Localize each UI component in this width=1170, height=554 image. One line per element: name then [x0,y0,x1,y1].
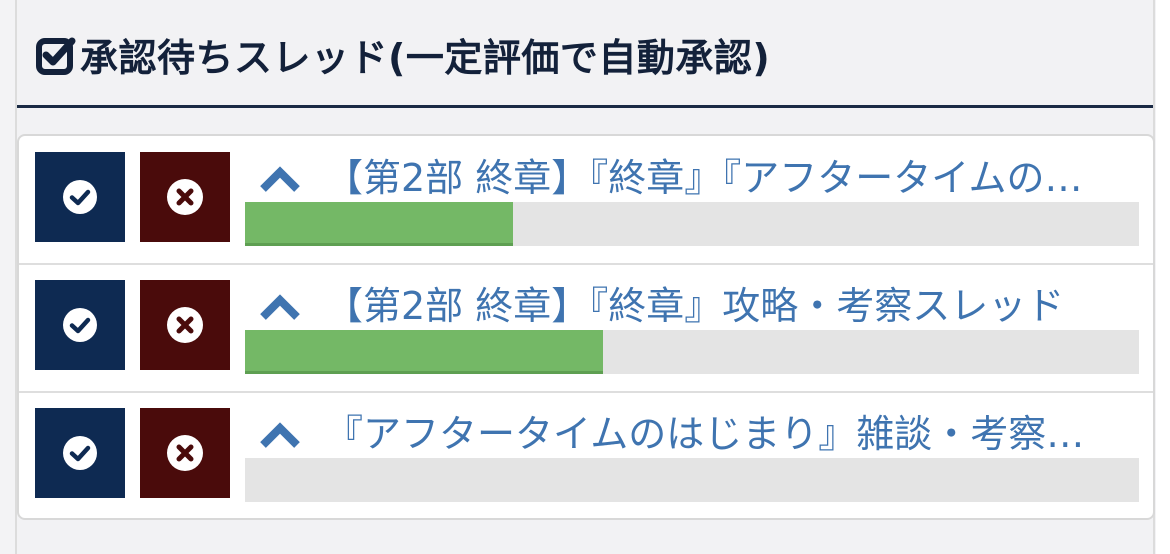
list-item: 『アフタータイムのはじまり』雑談・考察スレッド [19,392,1153,518]
chevron-up-icon[interactable] [259,418,301,452]
chevron-up-icon[interactable] [259,290,301,324]
approval-progress-bar [245,330,1139,374]
check-circle-icon [63,308,97,342]
list-item: 【第2部 終章】『終章』攻略・考察スレッド [19,264,1153,392]
scrollbar-gutter [1156,0,1170,554]
times-circle-icon [167,435,203,471]
approval-progress-bar [245,202,1139,246]
approve-button[interactable] [35,280,125,370]
reject-button[interactable] [140,152,230,242]
times-circle-icon [167,179,203,215]
check-square-icon [36,36,76,76]
panel-title: 承認待ちスレッド(一定評価で自動承認) [80,36,771,80]
pending-threads-panel: 承認待ちスレッド(一定評価で自動承認) 【第2部 終章】『終章』『アフタータイム… [15,0,1155,554]
check-circle-icon [63,436,97,470]
reject-button[interactable] [140,280,230,370]
approval-progress-bar [245,458,1139,502]
thread-title-link[interactable]: 【第2部 終章】『終章』『アフタータイムのはじまり』 [325,150,1115,206]
pending-thread-list: 【第2部 終章】『終章』『アフタータイムのはじまり』 [17,134,1155,520]
approval-progress-fill [245,330,603,374]
thread-title-link[interactable]: 【第2部 終章】『終章』攻略・考察スレッド [325,278,1115,334]
check-circle-icon [63,180,97,214]
approve-button[interactable] [35,408,125,498]
reject-button[interactable] [140,408,230,498]
thread-title-link[interactable]: 『アフタータイムのはじまり』雑談・考察スレッド [325,406,1115,462]
times-circle-icon [167,307,203,343]
chevron-up-icon[interactable] [259,162,301,196]
panel-header: 承認待ちスレッド(一定評価で自動承認) [17,0,1153,108]
approve-button[interactable] [35,152,125,242]
approval-progress-fill [245,202,514,246]
list-item: 【第2部 終章】『終章』『アフタータイムのはじまり』 [19,136,1153,264]
